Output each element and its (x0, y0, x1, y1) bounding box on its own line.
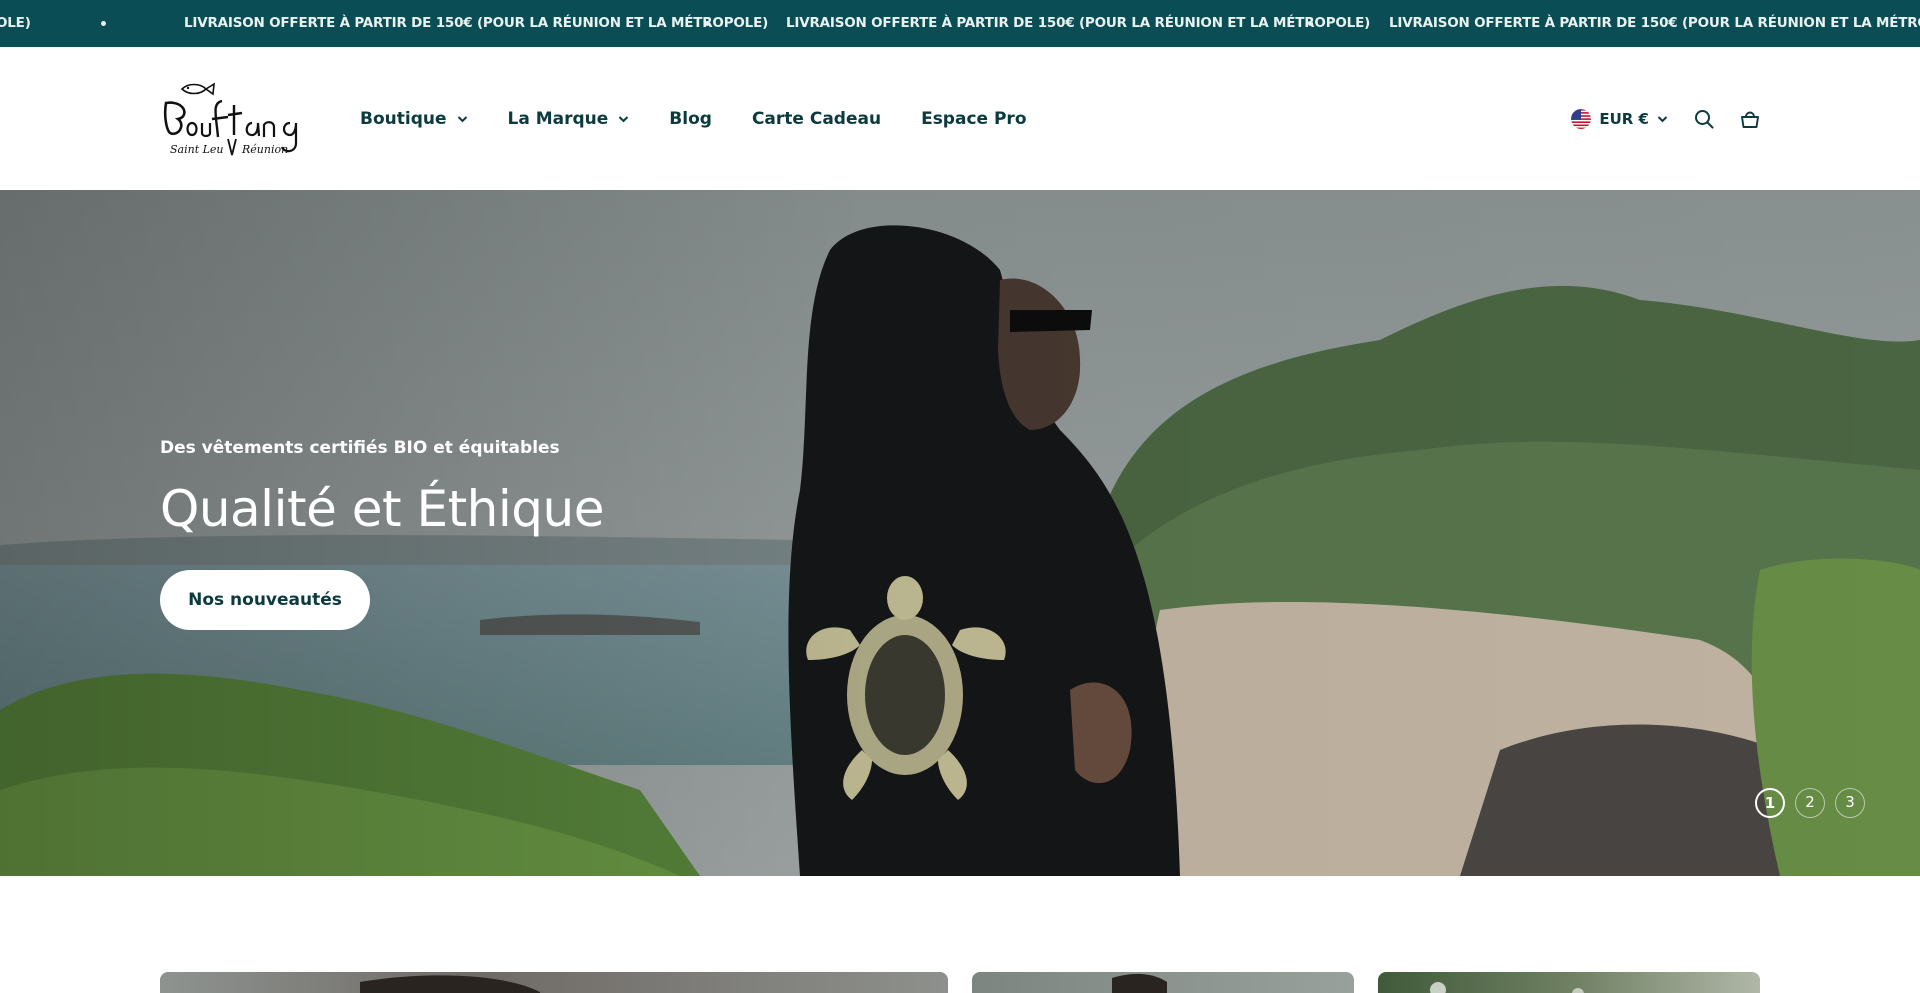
new-arrivals-button[interactable]: Nos nouveautés (160, 570, 370, 630)
chevron-down-icon (1657, 115, 1668, 122)
announcement-text: LIVRAISON OFFERTE À PARTIR DE 150€ (POUR… (786, 15, 1371, 31)
collection-card[interactable] (1378, 972, 1760, 993)
collection-card[interactable] (160, 972, 948, 993)
nav-item-carte-cadeau[interactable]: Carte Cadeau (752, 109, 881, 129)
collection-card-image (1430, 982, 1584, 993)
pager-dot-3[interactable]: 3 (1835, 788, 1865, 818)
slideshow-pager: 1 2 3 (1755, 788, 1865, 818)
nav-item-espace-pro[interactable]: Espace Pro (921, 109, 1026, 129)
pager-dot-2[interactable]: 2 (1795, 788, 1825, 818)
brand-logo-graphic: Saint Leu Réunion (163, 82, 298, 156)
nav-item-la-marque[interactable]: La Marque (508, 109, 630, 129)
announcement-separator (1308, 21, 1313, 26)
collection-card[interactable] (972, 972, 1354, 993)
nav-item-boutique[interactable]: Boutique (360, 109, 468, 129)
us-flag-icon (1571, 108, 1592, 129)
svg-text:Réunion: Réunion (241, 143, 288, 156)
announcement-bar: OLE) LIVRAISON OFFERTE À PARTIR DE 150€ … (0, 0, 1920, 47)
hero-title: Qualité et Éthique (160, 480, 604, 538)
nav-item-label: La Marque (507, 108, 609, 129)
chevron-down-icon (619, 115, 629, 122)
hero-subtitle: Des vêtements certifiés BIO et équitable… (160, 438, 560, 458)
collection-card-image (1112, 973, 1167, 993)
currency-selector[interactable]: EUR € (1571, 108, 1668, 129)
nav-item-label: Blog (669, 108, 712, 129)
announcement-text-partial: OLE) (0, 15, 31, 31)
nav-item-label: Boutique (360, 108, 447, 129)
cart-icon[interactable] (1740, 109, 1760, 129)
collection-card-image (360, 975, 540, 993)
search-icon[interactable] (1694, 109, 1714, 129)
chevron-down-icon (457, 115, 467, 122)
site-header: Saint Leu Réunion Boutique La Marque Blo… (0, 47, 1920, 190)
hero-slideshow: Des vêtements certifiés BIO et équitable… (0, 190, 1920, 876)
announcement-track: OLE) LIVRAISON OFFERTE À PARTIR DE 150€ … (0, 0, 1920, 47)
announcement-separator (705, 21, 710, 26)
nav-item-label: Carte Cadeau (751, 108, 882, 129)
hero-content: Des vêtements certifiés BIO et équitable… (160, 438, 604, 630)
main-nav: Boutique La Marque Blog Carte Cadeau Esp… (360, 47, 1027, 190)
brand-logo[interactable]: Saint Leu Réunion (160, 81, 320, 157)
nav-item-label: Espace Pro (921, 108, 1027, 129)
pager-dot-1[interactable]: 1 (1755, 788, 1785, 818)
announcement-separator (101, 21, 106, 26)
announcement-text: LIVRAISON OFFERTE À PARTIR DE 150€ (POUR… (184, 15, 769, 31)
collection-cards (0, 876, 1920, 993)
header-actions: EUR € (1571, 47, 1760, 190)
svg-text:Saint Leu: Saint Leu (170, 143, 224, 156)
announcement-text: LIVRAISON OFFERTE À PARTIR DE 150€ (POUR… (1389, 15, 1920, 31)
currency-label: EUR € (1599, 109, 1649, 128)
nav-item-blog[interactable]: Blog (669, 109, 712, 129)
